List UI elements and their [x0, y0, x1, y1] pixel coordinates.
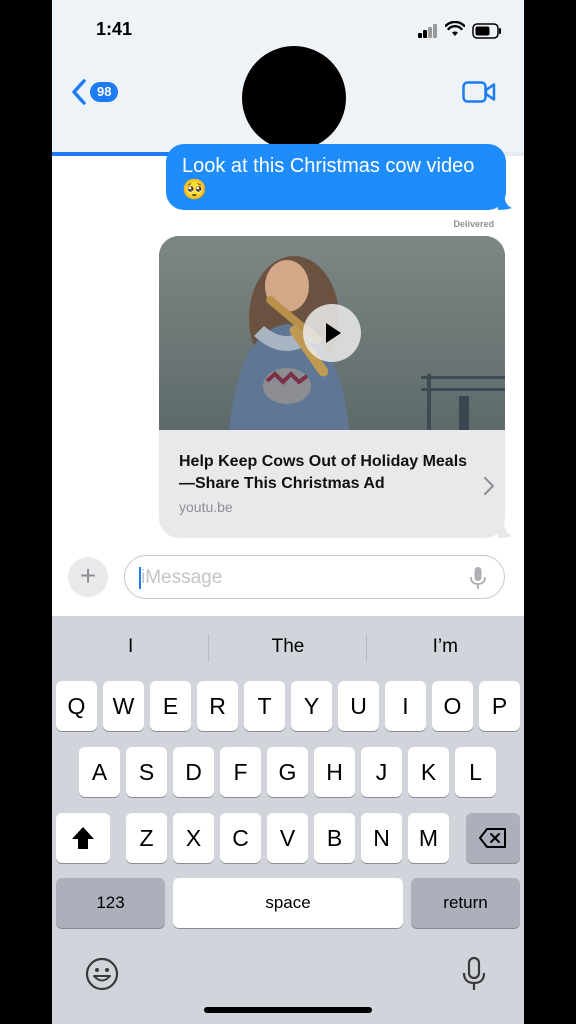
keyboard: I The I’m Q W E R T Y U I O P A S D F G … — [52, 616, 524, 1024]
predictive-bar: I The I’m — [52, 616, 524, 678]
delivered-label: Delivered — [453, 219, 494, 229]
key-row-4: 123 space return — [52, 878, 524, 928]
emoji-icon[interactable] — [84, 956, 120, 992]
key-g[interactable]: G — [267, 747, 308, 797]
suggestion-1[interactable]: I — [52, 616, 210, 678]
key-z[interactable]: Z — [126, 813, 167, 863]
key-row-3: Z X C V B N M — [52, 813, 524, 863]
play-button[interactable] — [303, 304, 361, 362]
back-button[interactable]: 98 — [70, 78, 119, 106]
key-c[interactable]: C — [220, 813, 261, 863]
message-input[interactable] — [141, 566, 451, 590]
numbers-key[interactable]: 123 — [56, 878, 165, 928]
link-domain: youtu.be — [179, 499, 233, 515]
key-i[interactable]: I — [385, 681, 426, 731]
key-n[interactable]: N — [361, 813, 402, 863]
link-title: Help Keep Cows Out of Holiday Meals—Shar… — [179, 453, 468, 492]
suggestion-3[interactable]: I’m — [367, 616, 524, 678]
key-m[interactable]: M — [408, 813, 449, 863]
key-row-1: Q W E R T Y U I O P — [52, 681, 524, 731]
bubble-tail — [498, 192, 512, 210]
key-v[interactable]: V — [267, 813, 308, 863]
dictation-mic-icon[interactable] — [456, 956, 492, 992]
unread-badge: 98 — [90, 82, 119, 102]
play-icon — [326, 323, 341, 343]
apps-plus-button[interactable]: + — [68, 557, 108, 597]
video-call-icon[interactable] — [462, 80, 496, 104]
key-w[interactable]: W — [103, 681, 144, 731]
key-b[interactable]: B — [314, 813, 355, 863]
shift-icon — [72, 827, 94, 849]
status-time: 1:41 — [96, 19, 133, 39]
key-f[interactable]: F — [220, 747, 261, 797]
link-preview-card[interactable]: Help Keep Cows Out of Holiday Meals—Shar… — [159, 236, 505, 538]
key-o[interactable]: O — [432, 681, 473, 731]
dictation-mic-icon[interactable] — [469, 566, 487, 590]
key-j[interactable]: J — [361, 747, 402, 797]
key-t[interactable]: T — [244, 681, 285, 731]
key-d[interactable]: D — [173, 747, 214, 797]
contact-avatar[interactable] — [242, 46, 346, 150]
key-e[interactable]: E — [150, 681, 191, 731]
chevron-right-icon — [484, 477, 494, 495]
key-x[interactable]: X — [173, 813, 214, 863]
battery-icon — [472, 23, 501, 39]
signal-icon — [418, 24, 438, 38]
home-indicator — [204, 1007, 372, 1013]
bubble-tail — [498, 520, 512, 538]
message-input-field[interactable] — [124, 555, 505, 599]
key-a[interactable]: A — [79, 747, 120, 797]
delete-key[interactable] — [466, 813, 520, 863]
key-h[interactable]: H — [314, 747, 355, 797]
return-key[interactable]: return — [411, 878, 520, 928]
key-k[interactable]: K — [408, 747, 449, 797]
conversation-header: 98 — [52, 46, 524, 156]
key-p[interactable]: P — [479, 681, 520, 731]
key-u[interactable]: U — [338, 681, 379, 731]
backspace-icon — [479, 828, 506, 848]
message-text: Look at this Christmas cow video 🥺 — [182, 155, 475, 201]
chevron-left-icon — [72, 79, 86, 105]
key-l[interactable]: L — [455, 747, 496, 797]
key-s[interactable]: S — [126, 747, 167, 797]
messages-screen: 1:41 98 Look at this Christmas cow video… — [52, 0, 524, 1024]
shift-key[interactable] — [56, 813, 110, 863]
space-key[interactable]: space — [173, 878, 403, 928]
wifi-icon — [445, 21, 465, 36]
sent-message-bubble[interactable]: Look at this Christmas cow video 🥺 — [166, 144, 506, 210]
key-q[interactable]: Q — [56, 681, 97, 731]
key-y[interactable]: Y — [291, 681, 332, 731]
suggestion-2[interactable]: The — [209, 616, 367, 678]
key-row-2: A S D F G H J K L — [52, 747, 524, 797]
key-r[interactable]: R — [197, 681, 238, 731]
